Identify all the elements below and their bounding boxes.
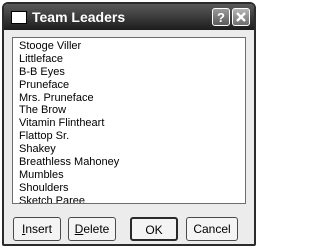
team-leaders-list[interactable]: Stooge Viller Littleface B-B Eyes Prunef… <box>12 37 246 204</box>
list-item[interactable]: Stooge Viller <box>13 40 245 53</box>
insert-button[interactable]: Insert <box>13 217 61 241</box>
list-item[interactable]: Shoulders <box>13 182 245 195</box>
delete-button[interactable]: Delete <box>68 217 116 241</box>
list-items: Stooge Viller Littleface B-B Eyes Prunef… <box>13 38 245 203</box>
list-item[interactable]: Littleface <box>13 53 245 66</box>
delete-mnemonic: D <box>74 222 84 236</box>
list-item[interactable]: B-B Eyes <box>13 66 245 79</box>
title-bar[interactable]: Team Leaders ? <box>4 4 254 30</box>
help-button[interactable]: ? <box>212 8 230 26</box>
insert-label: nsert <box>25 222 53 236</box>
team-leaders-dialog: Team Leaders ? Stooge Viller Littleface … <box>2 2 256 246</box>
cancel-button[interactable]: Cancel <box>186 217 238 241</box>
list-item[interactable]: Mrs. Pruneface <box>13 92 245 105</box>
list-item[interactable]: Vitamin Flintheart <box>13 117 245 130</box>
list-item[interactable]: Mumbles <box>13 169 245 182</box>
list-item[interactable]: Breathless Mahoney <box>13 156 245 169</box>
list-item[interactable]: Sketch Paree <box>13 195 245 203</box>
window-title: Team Leaders <box>32 9 126 25</box>
close-icon <box>236 12 246 22</box>
list-item[interactable]: The Brow <box>13 104 245 117</box>
window-icon <box>11 11 27 24</box>
list-item[interactable]: Shakey <box>13 143 245 156</box>
list-item[interactable]: Pruneface <box>13 79 245 92</box>
help-icon: ? <box>217 10 225 25</box>
delete-label: elete <box>83 222 110 236</box>
list-item[interactable]: Flattop Sr. <box>13 130 245 143</box>
ok-button[interactable]: OK <box>130 217 178 241</box>
close-button[interactable] <box>232 8 250 26</box>
